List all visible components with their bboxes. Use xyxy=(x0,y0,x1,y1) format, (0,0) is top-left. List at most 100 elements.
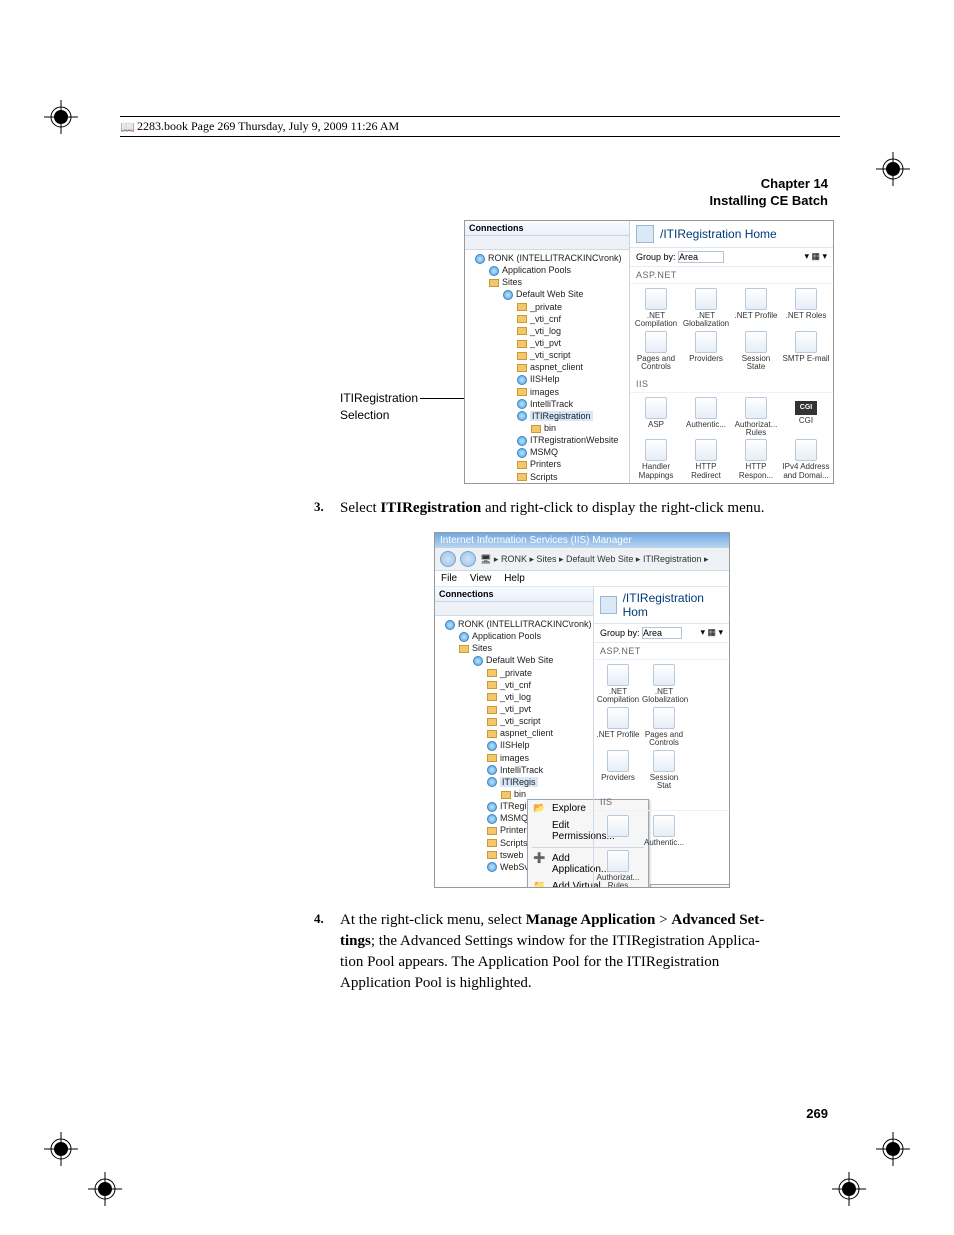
feature-item[interactable]: Authentic... xyxy=(682,397,730,438)
breadcrumb-item[interactable]: ITIRegistration xyxy=(643,554,702,564)
feature-item[interactable]: Pages and Controls xyxy=(632,331,680,372)
tree-apppools[interactable]: Application Pools xyxy=(502,265,571,275)
tree-node[interactable]: _private xyxy=(530,302,562,312)
tree-node[interactable]: Scripts xyxy=(530,472,558,482)
tree-node[interactable]: tsweb xyxy=(500,850,524,860)
tree-node[interactable]: _vti_cnf xyxy=(530,314,561,324)
registration-mark-icon xyxy=(832,1172,866,1206)
tree-node[interactable]: ITRegistrationWebsite xyxy=(530,435,618,445)
tree-node[interactable]: _vti_log xyxy=(500,692,531,702)
feature-item[interactable]: SMTP E-mail xyxy=(782,331,830,372)
feature-item[interactable]: Pages and Controls xyxy=(642,707,686,748)
callout-itiregistration-selection: ITIRegistration Selection xyxy=(340,390,418,424)
book-header: 📖 2283.book Page 269 Thursday, July 9, 2… xyxy=(120,116,840,137)
feature-item[interactable]: Authorizat... Rules xyxy=(596,850,640,888)
tree-node[interactable]: images xyxy=(500,753,529,763)
feature-item[interactable]: HTTP Respon... xyxy=(732,439,780,480)
explore-icon: 📂 xyxy=(533,803,545,815)
breadcrumb-item[interactable]: Default Web Site xyxy=(566,554,633,564)
tree-node[interactable]: _vti_pvt xyxy=(500,704,531,714)
tree-apppools[interactable]: Application Pools xyxy=(472,631,541,641)
tree-node[interactable]: _vti_script xyxy=(500,716,541,726)
feature-item[interactable]: Session State xyxy=(732,331,780,372)
breadcrumb-item[interactable]: RONK xyxy=(501,554,527,564)
feature-item[interactable]: .NET Compilation xyxy=(596,664,640,705)
feature-item[interactable]: .NET Globalization xyxy=(682,288,730,329)
feature-item[interactable]: .NET Profile xyxy=(596,707,640,748)
tree-node-itiregistration[interactable]: ITIRegis xyxy=(500,777,538,787)
breadcrumb-item[interactable]: Sites xyxy=(537,554,557,564)
feature-item[interactable]: IPv4 Address and Domai... xyxy=(782,439,830,480)
forward-button[interactable] xyxy=(460,551,476,567)
step-4: 4. At the right-click menu, select Manag… xyxy=(340,910,836,994)
sites-icon xyxy=(489,279,499,287)
tree-node[interactable]: MSMQ xyxy=(500,813,528,823)
registration-mark-icon xyxy=(876,152,910,186)
connections-pane-title: Connections xyxy=(435,587,593,602)
group-by-select[interactable] xyxy=(678,251,724,263)
tree-default-site[interactable]: Default Web Site xyxy=(516,289,583,299)
tree-node[interactable]: _vti_log xyxy=(530,326,561,336)
tree-sites[interactable]: Sites xyxy=(502,277,522,287)
step-text: At the right-click menu, select xyxy=(340,912,526,928)
feature-item[interactable]: Authentic... xyxy=(642,815,686,847)
step-number: 3. xyxy=(314,498,324,516)
tree-node[interactable]: aspnet_client xyxy=(500,728,553,738)
feature-item[interactable]: HTTP Redirect xyxy=(682,439,730,480)
iis-feature-grid: Authentic... Authorizat... Rules xyxy=(594,811,729,888)
feature-item[interactable]: Providers xyxy=(682,331,730,372)
feature-item[interactable]: ASP xyxy=(632,397,680,438)
tree-root[interactable]: RONK (INTELLITRACKINC\ronk) xyxy=(488,253,622,263)
add-vdir-icon: 📁 xyxy=(533,881,545,888)
feature-item[interactable]: .NET Compilation xyxy=(632,288,680,329)
feature-item[interactable]: Providers xyxy=(596,750,640,791)
tree-node[interactable]: Printers xyxy=(530,459,561,469)
tree-node[interactable]: _vti_pvt xyxy=(530,338,561,348)
menu-help[interactable]: Help xyxy=(504,573,525,584)
tree-node[interactable]: IISHelp xyxy=(500,740,530,750)
tree-sites[interactable]: Sites xyxy=(472,643,492,653)
aspnet-section-header: ASP.NET xyxy=(630,267,833,284)
tree-node-itiregistration[interactable]: ITIRegistration xyxy=(530,411,593,421)
group-by-row: Group by: ▾ ▦ ▾ xyxy=(594,624,729,643)
group-by-select[interactable] xyxy=(642,627,682,639)
feature-item[interactable]: .NET Profile xyxy=(732,288,780,329)
feature-item[interactable]: Session Stat xyxy=(642,750,686,791)
breadcrumb-bar: 🖥 ▸ RONK ▸ Sites ▸ Default Web Site ▸ IT… xyxy=(435,548,729,571)
feature-item[interactable] xyxy=(596,815,640,847)
connections-tree[interactable]: RONK (INTELLITRACKINC\ronk) Application … xyxy=(465,250,629,484)
connections-pane-title: Connections xyxy=(465,221,629,236)
menu-file[interactable]: File xyxy=(441,573,457,584)
step-text: Application Pool is highlighted. xyxy=(340,975,532,991)
tree-node[interactable]: IntelliTrack xyxy=(530,399,573,409)
tree-node[interactable]: IISHelp xyxy=(530,374,560,384)
menu-view[interactable]: View xyxy=(470,573,492,584)
step-bold: Advanced Set- xyxy=(671,912,764,928)
feature-item[interactable]: Handler Mappings xyxy=(632,439,680,480)
tree-node[interactable]: Scripts xyxy=(500,838,528,848)
iis-section-header: IIS xyxy=(594,794,729,811)
feature-item[interactable]: .NET Roles xyxy=(782,288,830,329)
feature-item[interactable]: CGICGI xyxy=(782,397,830,438)
window-title: Internet Information Services (IIS) Mana… xyxy=(440,535,632,546)
step-3: 3. Select ITIRegistration and right-clic… xyxy=(340,498,836,519)
tree-root[interactable]: RONK (INTELLITRACKINC\ronk) xyxy=(458,619,592,629)
tree-node[interactable]: aspnet_client xyxy=(530,362,583,372)
connections-toolbar xyxy=(465,236,629,250)
tree-node[interactable]: _vti_script xyxy=(530,350,571,360)
tree-node[interactable]: MSMQ xyxy=(530,447,558,457)
feature-item[interactable]: Authorizat... Rules xyxy=(732,397,780,438)
step-bold: tings xyxy=(340,933,371,949)
tree-node[interactable]: images xyxy=(530,387,559,397)
step-text: ; the Advanced Settings window for the I… xyxy=(371,933,760,949)
step-text: tion Pool appears. The Application Pool … xyxy=(340,954,719,970)
feature-item[interactable]: .NET Globalization xyxy=(642,664,686,705)
tree-node[interactable]: _private xyxy=(500,668,532,678)
tree-node[interactable]: bin xyxy=(514,789,526,799)
tree-node[interactable]: IntelliTrack xyxy=(500,765,543,775)
tree-node[interactable]: bin xyxy=(544,423,556,433)
back-button[interactable] xyxy=(440,551,456,567)
tree-node[interactable]: _vti_cnf xyxy=(500,680,531,690)
connections-toolbar xyxy=(435,602,593,616)
tree-default-site[interactable]: Default Web Site xyxy=(486,655,553,665)
